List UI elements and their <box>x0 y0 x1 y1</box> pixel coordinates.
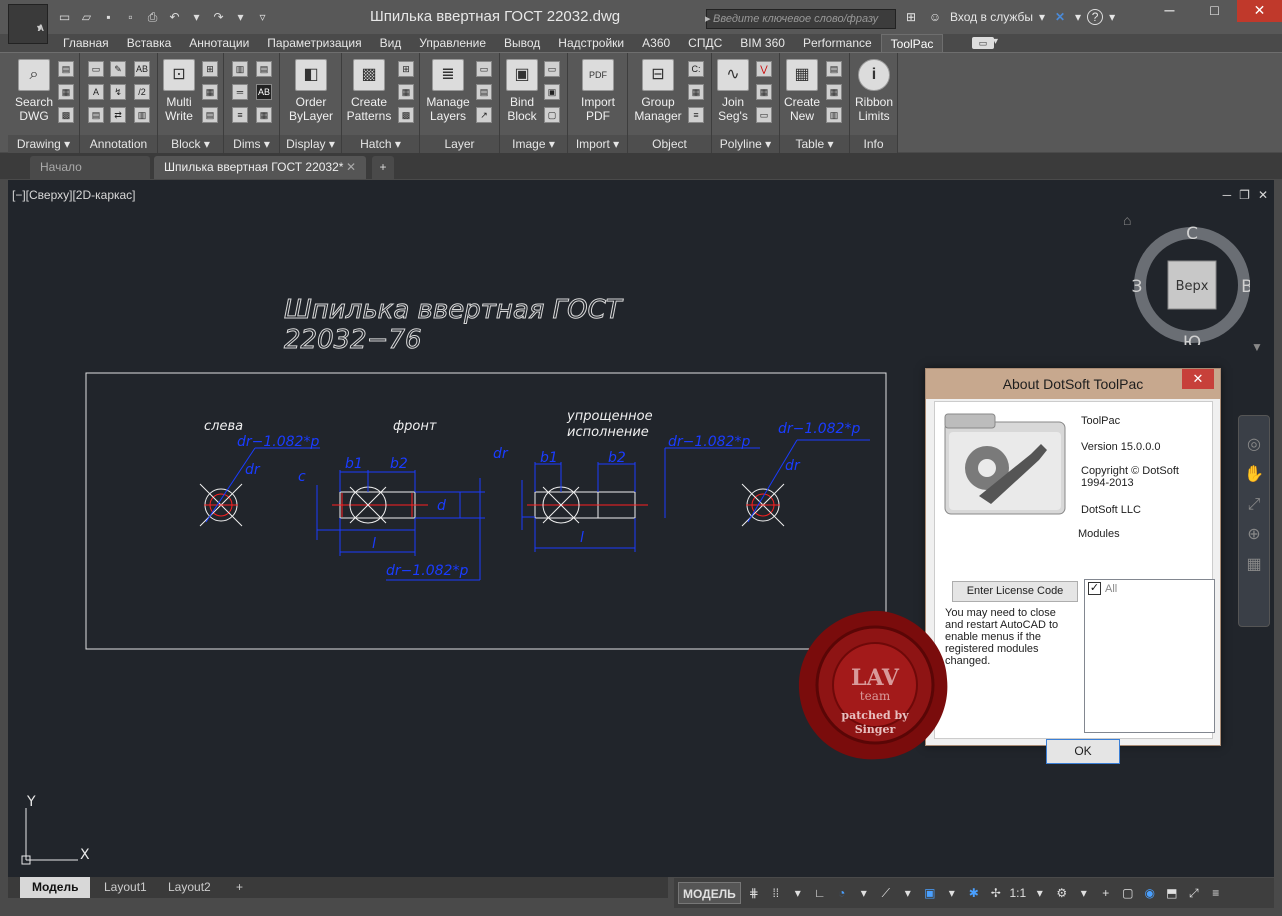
dim-thread-front: dr−1.082*p <box>386 563 468 579</box>
simplified-view <box>521 447 760 552</box>
model-space-button[interactable]: МОДЕЛЬ <box>678 882 741 904</box>
add-layout-button[interactable]: + <box>224 877 255 898</box>
chevron-down-icon[interactable]: ▾ <box>789 882 807 904</box>
seal-text-2: team <box>860 689 891 703</box>
polar-icon[interactable]: ◔ <box>833 882 851 904</box>
layout-tab-2[interactable]: Layout2 <box>156 877 223 898</box>
label-front-view: фронт <box>393 419 437 434</box>
layout-tabs: Модель Layout1 Layout2 + <box>8 877 668 898</box>
viewcube-svg: Верх С Ю З В <box>1132 224 1253 353</box>
compass-north[interactable]: С <box>1186 224 1198 244</box>
zoom-extents-icon[interactable]: ⤢ <box>1239 490 1269 520</box>
toolpac-logo-icon <box>944 413 1066 515</box>
modules-label: Modules <box>1078 528 1120 540</box>
fullscreen-icon[interactable]: ⤢ <box>1185 882 1203 904</box>
customize-icon[interactable]: ≡ <box>1207 882 1225 904</box>
viewcube[interactable]: Верх С Ю З В <box>1130 224 1253 353</box>
compass-west[interactable]: З <box>1132 277 1143 297</box>
modules-list[interactable]: ✓ All <box>1084 579 1215 733</box>
dim-b2-front: b2 <box>390 456 408 472</box>
annotation-scale[interactable]: 1:1 <box>1009 882 1027 904</box>
showmotion-icon[interactable]: ▦ <box>1239 550 1269 580</box>
label-left-view: слева <box>204 419 243 434</box>
status-bar: МОДЕЛЬ ⋕ ⁞⁞ ▾ ∟ ◔ ▾ ⟋ ▾ ▣ ▾ ✱ ✢ 1:1 ▾ ⚙ … <box>674 878 1274 908</box>
drawing-title-line2: 22032−76 <box>284 325 422 355</box>
checkbox-checked-icon[interactable]: ✓ <box>1088 582 1101 595</box>
annotation-visibility-icon[interactable]: ✱ <box>965 882 983 904</box>
ucs-x-label: X <box>80 847 90 863</box>
about-dialog: About DotSoft ToolPac ✕ ToolPac Version … <box>925 368 1221 764</box>
osnap-icon[interactable]: ▣ <box>921 882 939 904</box>
dim-dr-1: dr <box>245 462 261 478</box>
dialog-body: ToolPac Version 15.0.0.0 Copyright © Dot… <box>934 401 1215 764</box>
module-label: All <box>1105 582 1118 595</box>
dim-c: c <box>298 469 306 485</box>
steering-wheel-icon[interactable]: ◎ <box>1239 430 1269 460</box>
clean-screen-icon[interactable]: ⬒ <box>1163 882 1181 904</box>
wax-seal-stamp: LAV team patched by Singer <box>798 610 948 760</box>
restore-icon[interactable]: ❐ <box>1239 188 1250 202</box>
copyright-line2: 1994-2013 <box>1081 477 1134 489</box>
close-icon[interactable]: ✕ <box>1258 188 1268 202</box>
autoscale-icon[interactable]: ✢ <box>987 882 1005 904</box>
dim-thread-right: dr−1.082*p <box>778 421 860 437</box>
autocad-window: A ▼ ▭ ▱ ▪ ▫ ⎙ ↶ ▾ ↷ ▾ ▿ Шпилька ввертная … <box>0 0 1282 916</box>
chevron-down-icon[interactable]: ▾ <box>943 882 961 904</box>
home-icon[interactable]: ⌂ <box>1123 212 1131 228</box>
chevron-down-icon[interactable]: ▾ <box>855 882 873 904</box>
product-version: Version 15.0.0.0 <box>1081 441 1161 453</box>
navigation-bar: ◎ ✋ ⤢ ⊕ ▦ <box>1238 415 1270 627</box>
company-name: DotSoft LLC <box>1081 504 1141 516</box>
product-name: ToolPac <box>1081 415 1121 427</box>
minimize-icon[interactable]: ─ <box>1223 188 1232 202</box>
hardware-accel-icon[interactable]: ◉ <box>1141 882 1159 904</box>
chevron-down-icon[interactable]: ▾ <box>1031 882 1049 904</box>
gear-icon[interactable]: ⚙ <box>1053 882 1071 904</box>
cube-face-label: Верх <box>1176 279 1209 294</box>
label-simplified-2: исполнение <box>567 425 649 440</box>
plus-icon[interactable]: + <box>1097 882 1115 904</box>
ucs-icon <box>21 808 78 865</box>
ortho-icon[interactable]: ∟ <box>811 882 829 904</box>
viewport-window-controls: ─ ❐ ✕ <box>1223 188 1268 202</box>
viewcube-menu-icon[interactable]: ▼ <box>1251 340 1263 354</box>
seal-text-3: patched by <box>841 709 909 722</box>
dim-dr-right: dr <box>785 458 801 474</box>
module-item-all[interactable]: ✓ All <box>1088 582 1117 595</box>
ucs-y-label: Y <box>26 794 36 810</box>
seal-text-4: Singer <box>855 723 896 736</box>
isodraft-icon[interactable]: ⟋ <box>877 882 895 904</box>
pan-icon[interactable]: ✋ <box>1239 460 1269 490</box>
orbit-icon[interactable]: ⊕ <box>1239 520 1269 550</box>
drawing-title-line1: Шпилька ввертная ГОСТ <box>284 295 624 325</box>
chevron-down-icon[interactable]: ▾ <box>1075 882 1093 904</box>
dim-d-front: d <box>437 498 446 514</box>
layout-tab-0[interactable]: Модель <box>20 877 91 898</box>
dim-l-front: l <box>372 536 376 552</box>
compass-south[interactable]: Ю <box>1183 333 1201 353</box>
layout-tab-1[interactable]: Layout1 <box>92 877 159 898</box>
grid-icon[interactable]: ⋕ <box>745 882 763 904</box>
copyright-line1: Copyright © DotSoft <box>1081 465 1179 477</box>
chevron-down-icon[interactable]: ▾ <box>899 882 917 904</box>
isolate-icon[interactable]: ▢ <box>1119 882 1137 904</box>
dim-l-simplified: l <box>580 530 584 546</box>
ok-button[interactable]: OK <box>1046 739 1120 764</box>
dialog-title: About DotSoft ToolPac <box>926 369 1220 399</box>
dim-dr-simplified: dr <box>493 446 509 462</box>
label-simplified-1: упрощенное <box>566 409 653 424</box>
snap-icon[interactable]: ⁞⁞ <box>767 882 785 904</box>
seal-text-1: LAV <box>851 665 900 691</box>
left-view-symbol <box>199 447 320 527</box>
enter-license-button[interactable]: Enter License Code <box>952 581 1078 602</box>
right-view-symbol <box>741 439 870 527</box>
viewport-controls[interactable]: [−][Сверху][2D-каркас] <box>12 188 136 202</box>
dim-b1-front: b1 <box>345 456 363 472</box>
compass-east[interactable]: В <box>1241 277 1253 297</box>
close-icon[interactable]: ✕ <box>1182 369 1214 389</box>
restart-note: You may need to close and restart AutoCA… <box>945 607 1059 667</box>
